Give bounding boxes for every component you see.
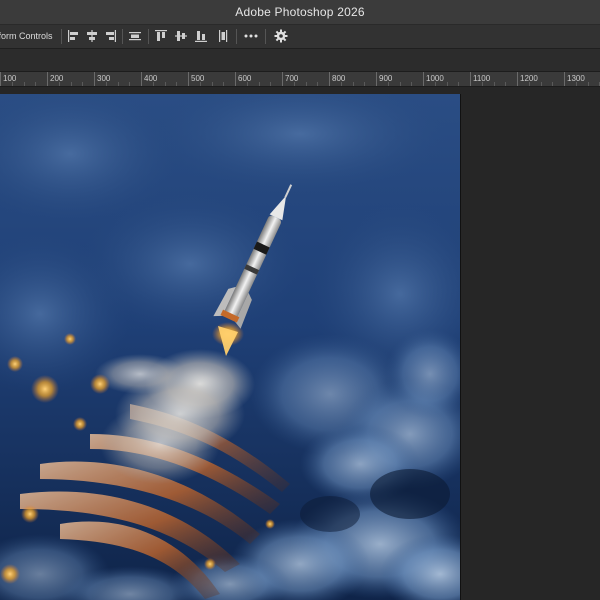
ruler-minor-tick: [341, 82, 342, 86]
ruler-minor-tick: [24, 82, 25, 86]
rocket-launch-image: [0, 94, 460, 600]
ruler-label: 200: [50, 74, 64, 83]
ruler-minor-tick: [71, 82, 72, 86]
ruler-label: 600: [238, 74, 252, 83]
ruler-major-tick: [188, 72, 189, 86]
ruler-minor-tick: [364, 82, 365, 86]
title-bar: Adobe Photoshop 2026: [0, 0, 600, 25]
ruler-minor-tick: [270, 82, 271, 86]
ruler-minor-tick: [259, 82, 260, 86]
align-top-edges-icon[interactable]: [153, 28, 169, 44]
ruler-major-tick: [564, 72, 565, 86]
ruler-label: 300: [97, 74, 111, 83]
separator: [61, 29, 62, 44]
ruler-label: 900: [379, 74, 393, 83]
ruler-label: 100: [3, 74, 17, 83]
ruler-major-tick: [235, 72, 236, 86]
ruler-major-tick: [141, 72, 142, 86]
ruler-minor-tick: [388, 82, 389, 86]
ruler-label: 800: [332, 74, 346, 83]
ruler-minor-tick: [588, 82, 589, 86]
more-options-icon[interactable]: [243, 28, 259, 44]
ruler-minor-tick: [59, 82, 60, 86]
ruler-minor-tick: [400, 82, 401, 86]
ruler-major-tick: [94, 72, 95, 86]
ruler-minor-tick: [247, 82, 248, 86]
options-bar: sform Controls: [0, 25, 600, 49]
align-horizontal-centers-icon[interactable]: [84, 28, 100, 44]
separator: [148, 29, 149, 44]
ruler-minor-tick: [576, 82, 577, 86]
ruler-major-tick: [47, 72, 48, 86]
ruler-major-tick: [329, 72, 330, 86]
ruler-minor-tick: [306, 82, 307, 86]
ruler-minor-tick: [129, 82, 130, 86]
ruler-minor-tick: [353, 82, 354, 86]
ruler-minor-tick: [153, 82, 154, 86]
ruler-minor-tick: [541, 82, 542, 86]
ruler-label: 400: [144, 74, 158, 83]
ruler-major-tick: [517, 72, 518, 86]
ruler-label: 500: [191, 74, 205, 83]
ruler-minor-tick: [458, 82, 459, 86]
distribute-horizontal-icon[interactable]: [127, 28, 143, 44]
ruler-minor-tick: [411, 82, 412, 86]
ruler-minor-tick: [200, 82, 201, 86]
align-bottom-edges-icon[interactable]: [193, 28, 209, 44]
horizontal-ruler[interactable]: 100 200 300 400 500 600 700 800 900 1000 1100 1200 1…: [0, 72, 600, 87]
show-transform-controls-label[interactable]: sform Controls: [0, 31, 53, 41]
ruler-minor-tick: [35, 82, 36, 86]
ruler-minor-tick: [482, 82, 483, 86]
ruler-major-tick: [282, 72, 283, 86]
align-right-edges-icon[interactable]: [102, 28, 118, 44]
separator: [122, 29, 123, 44]
align-vertical-centers-icon[interactable]: [173, 28, 189, 44]
ruler-major-tick: [376, 72, 377, 86]
ruler-minor-tick: [118, 82, 119, 86]
align-left-edges-icon[interactable]: [66, 28, 82, 44]
ruler-minor-tick: [529, 82, 530, 86]
ruler-minor-tick: [106, 82, 107, 86]
ruler-minor-tick: [223, 82, 224, 86]
ruler-major-tick: [470, 72, 471, 86]
ruler-minor-tick: [294, 82, 295, 86]
distribute-vertical-icon[interactable]: [215, 28, 231, 44]
ruler-minor-tick: [176, 82, 177, 86]
separator: [265, 29, 266, 44]
ruler-minor-tick: [552, 82, 553, 86]
ruler-minor-tick: [12, 82, 13, 86]
ruler-minor-tick: [447, 82, 448, 86]
document-tab-strip: [0, 49, 600, 72]
ruler-minor-tick: [165, 82, 166, 86]
ruler-minor-tick: [317, 82, 318, 86]
separator: [236, 29, 237, 44]
ruler-minor-tick: [494, 82, 495, 86]
ruler-minor-tick: [505, 82, 506, 86]
document-canvas[interactable]: [0, 94, 460, 600]
ruler-major-tick: [423, 72, 424, 86]
window-title: Adobe Photoshop 2026: [235, 5, 365, 19]
ruler-major-tick: [0, 72, 1, 86]
ruler-label: 700: [285, 74, 299, 83]
settings-gear-icon[interactable]: [273, 28, 289, 44]
ruler-minor-tick: [212, 82, 213, 86]
ruler-minor-tick: [435, 82, 436, 86]
ruler-minor-tick: [82, 82, 83, 86]
